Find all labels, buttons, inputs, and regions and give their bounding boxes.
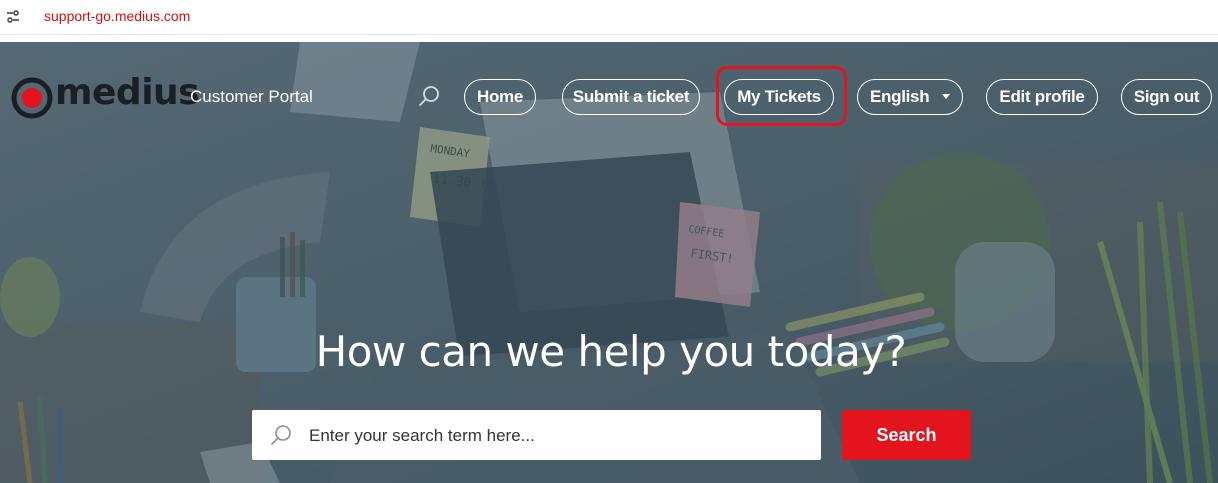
language-selector[interactable]: English [857,79,963,115]
portal-title: Customer Portal [190,87,313,106]
site-info-icon[interactable] [5,9,21,25]
language-label: English [870,87,930,106]
browser-address-bar: support-go.medius.com [0,0,1218,35]
search-input[interactable] [307,420,811,452]
hero-section: MONDAY 11.30 !! COFFEE FIRST! [0,42,1218,483]
search-icon[interactable] [417,84,441,108]
url-text[interactable]: support-go.medius.com [44,8,190,24]
search-icon [271,425,291,445]
hero-headline: How can we help you today? [315,327,907,376]
search-box[interactable] [252,410,821,460]
nav-edit-profile-button[interactable]: Edit profile [986,79,1098,115]
medius-logo-mark-icon [11,77,53,119]
search-button[interactable]: Search [842,410,971,460]
nav-home-button[interactable]: Home [464,79,536,115]
caret-down-icon [942,94,950,99]
nav-sign-out-button[interactable]: Sign out [1121,79,1212,115]
logo-text: medius [55,72,200,113]
nav-submit-ticket-button[interactable]: Submit a ticket [562,79,700,115]
my-tickets-highlight-annotation [716,66,847,126]
